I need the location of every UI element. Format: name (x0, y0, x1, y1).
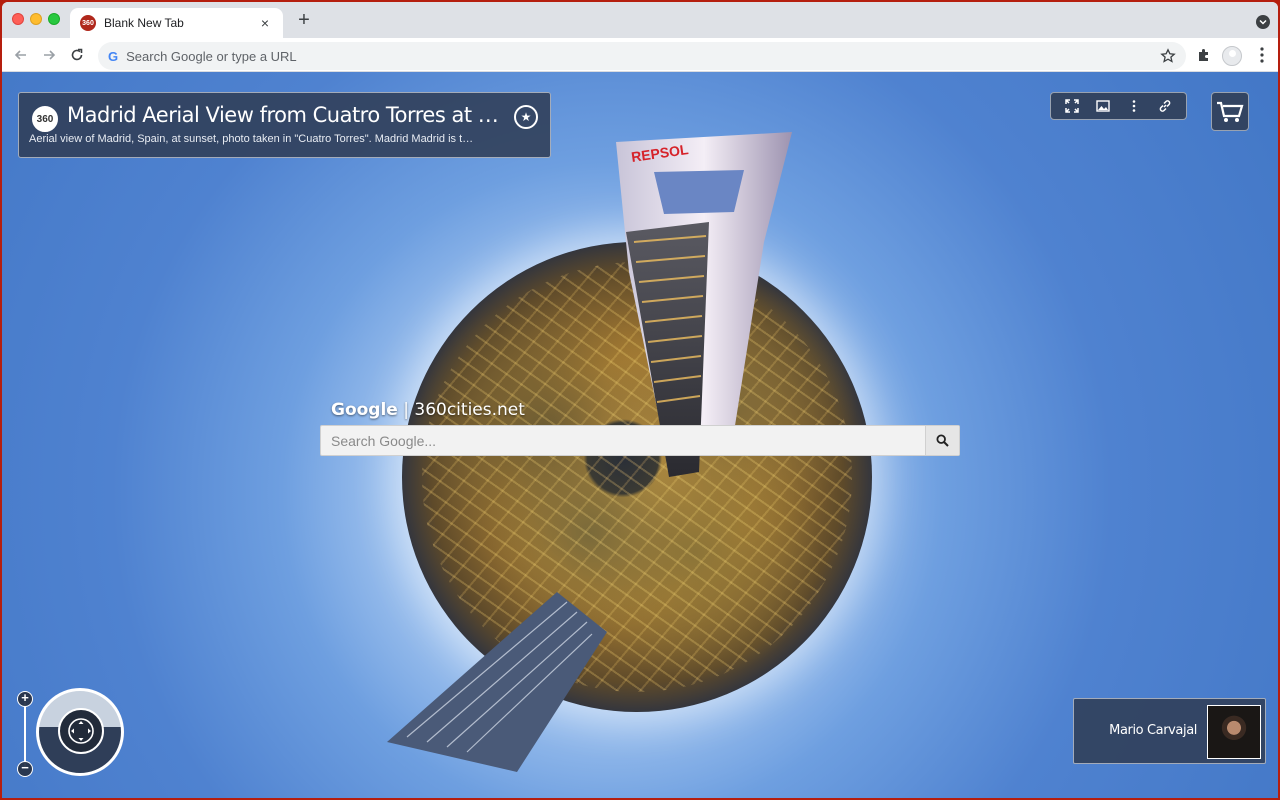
favorite-star-icon[interactable]: ★ (514, 105, 538, 129)
tab-blank-new-tab[interactable]: 360 Blank New Tab × (70, 8, 283, 38)
panorama-description: Aerial view of Madrid, Spain, at sunset,… (29, 133, 479, 145)
second-tower-image (387, 592, 607, 772)
cart-icon[interactable] (1211, 92, 1249, 131)
pan-joystick[interactable] (58, 708, 104, 754)
brand-site: 360cities.net (414, 400, 525, 420)
google-icon: G (108, 48, 119, 64)
close-window-button[interactable] (12, 13, 24, 25)
extensions-icon[interactable] (1196, 47, 1212, 63)
maximize-window-button[interactable] (48, 13, 60, 25)
viewer-toolbar (1050, 92, 1187, 120)
browser-window: 360 Blank New Tab × + G Search Google or… (2, 2, 1278, 798)
profile-avatar[interactable] (1222, 46, 1242, 66)
brand-separator: | (397, 400, 415, 420)
tab-search-icon[interactable] (1256, 15, 1270, 29)
back-icon[interactable] (12, 46, 30, 64)
more-icon[interactable] (1126, 98, 1142, 114)
browser-toolbar: G Search Google or type a URL (2, 38, 1278, 72)
pan-arrows-icon (68, 718, 94, 744)
search-brand: Google | 360cities.net (331, 400, 525, 420)
zoom-out-button[interactable]: − (17, 761, 33, 777)
fullscreen-icon[interactable] (1064, 98, 1080, 114)
tab-title: Blank New Tab (104, 16, 184, 30)
new-tab-button[interactable]: + (294, 10, 314, 30)
author-avatar[interactable] (1207, 705, 1261, 759)
minimize-window-button[interactable] (30, 13, 42, 25)
bookmark-star-icon[interactable] (1160, 48, 1176, 64)
reload-icon[interactable] (68, 46, 86, 64)
panorama-info-panel: 360 Madrid Aerial View from Cuatro Torre… (18, 92, 551, 158)
forward-icon[interactable] (40, 46, 58, 64)
link-icon[interactable] (1157, 98, 1173, 114)
author-panel[interactable]: Mario Carvajal (1073, 698, 1266, 764)
tab-favicon-icon: 360 (80, 15, 96, 31)
brand-google: Google (331, 400, 398, 420)
search-icon (936, 434, 949, 447)
panorama-title[interactable]: Madrid Aerial View from Cuatro Torres at… (67, 103, 507, 127)
zoom-slider-track[interactable] (24, 702, 26, 768)
zoom-in-button[interactable]: + (17, 691, 33, 707)
panorama-viewer[interactable]: REPSOL 360 Madrid Aerial View from Cuatr… (2, 72, 1278, 798)
search-button[interactable] (925, 426, 959, 455)
search-form (320, 425, 960, 456)
360-logo-icon[interactable]: 360 (32, 106, 58, 132)
browser-menu-icon[interactable] (1254, 46, 1270, 64)
omnibox[interactable]: G Search Google or type a URL (98, 42, 1186, 70)
search-input[interactable] (321, 426, 925, 455)
omnibox-input[interactable]: Search Google or type a URL (126, 49, 1160, 64)
tab-close-icon[interactable]: × (257, 15, 273, 31)
image-icon[interactable] (1095, 98, 1111, 114)
author-name[interactable]: Mario Carvajal (1109, 723, 1197, 738)
tab-strip: 360 Blank New Tab × + (2, 2, 1278, 38)
